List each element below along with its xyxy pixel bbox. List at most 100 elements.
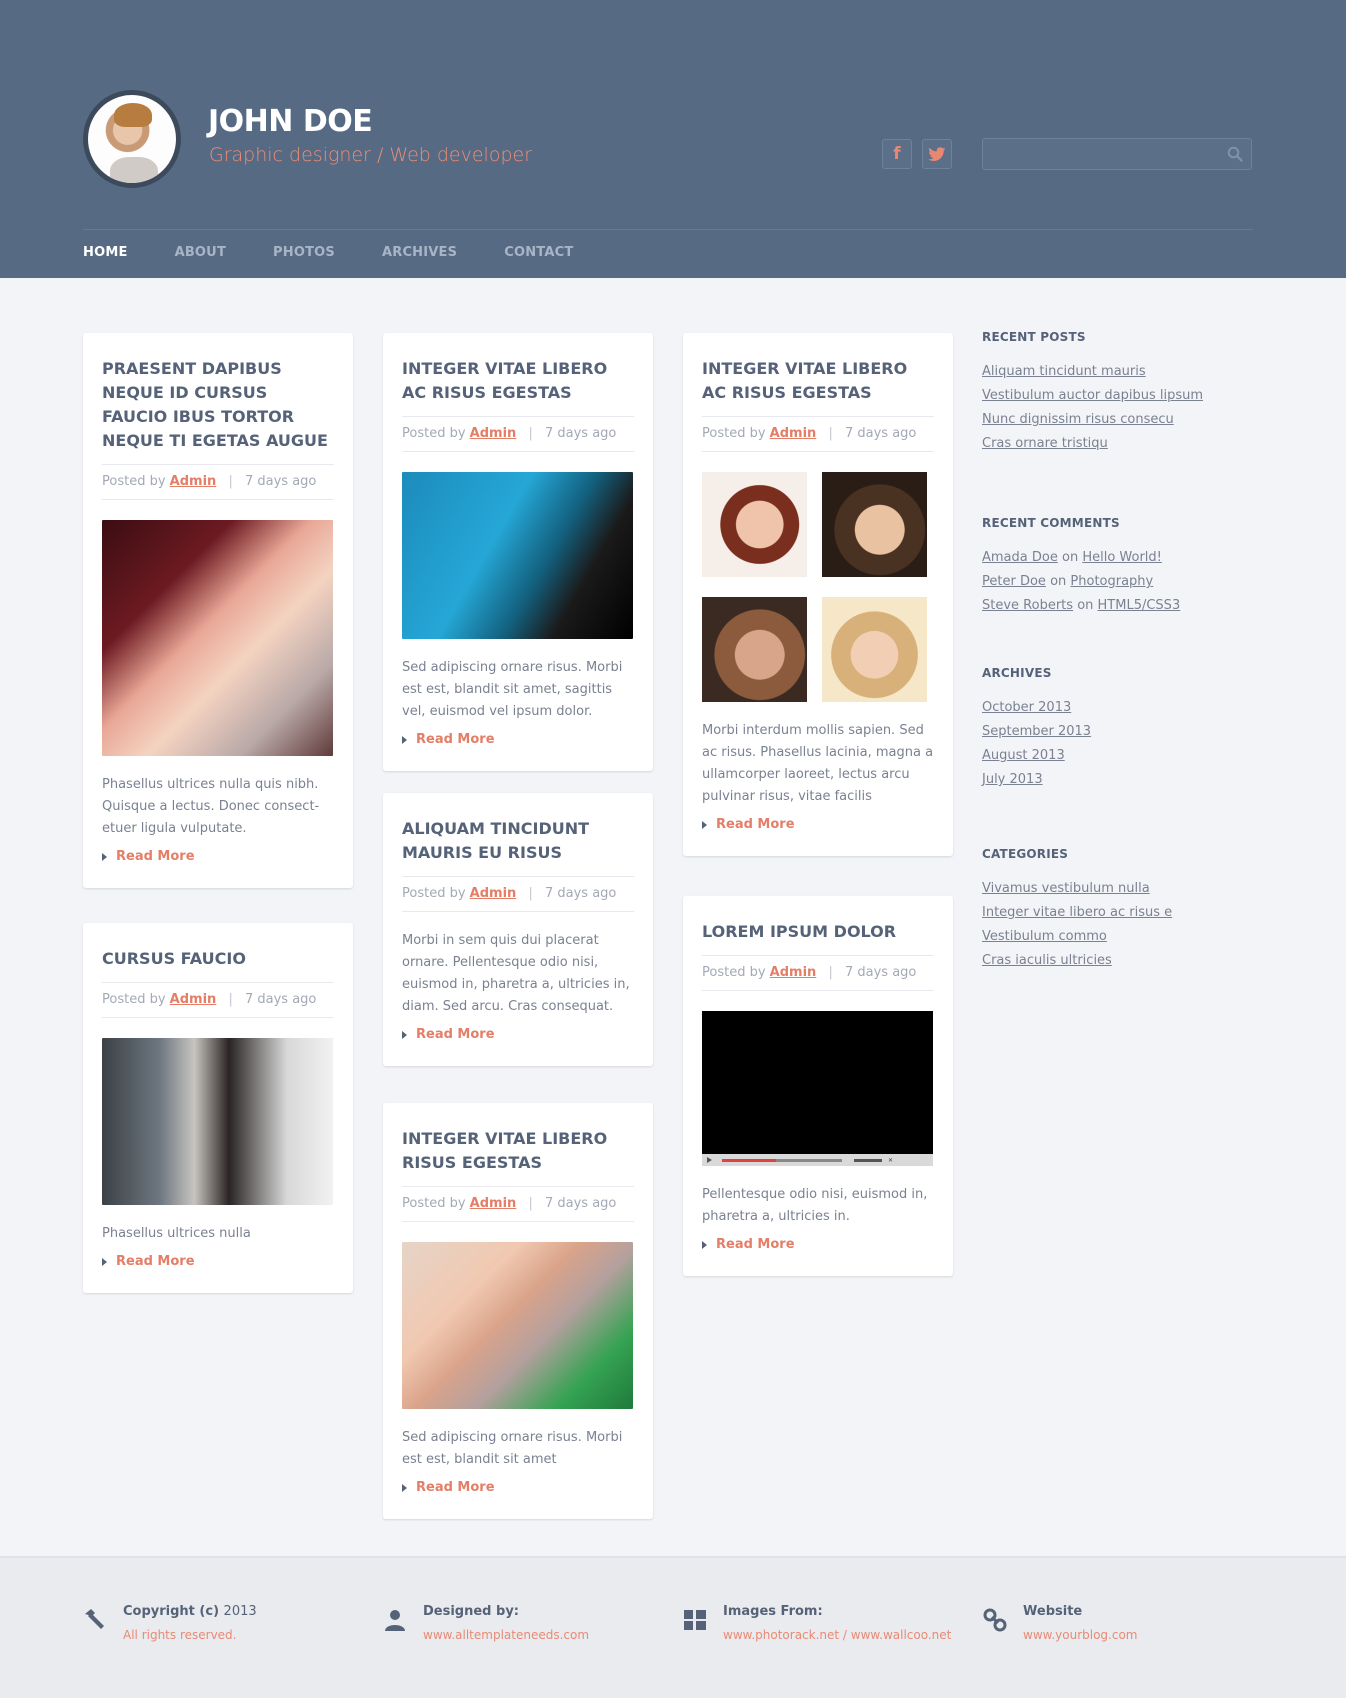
category-link[interactable]: Cras iaculis ultricies [982, 953, 1112, 968]
post-card: LOREM IPSUM DOLOR Posted by Admin | 7 da… [683, 896, 953, 1276]
list-item: Vestibulum auctor dapibus lipsum [982, 384, 1252, 408]
read-more-label: Read More [116, 849, 195, 864]
read-more-link[interactable]: Read More [102, 849, 195, 864]
post-date: 7 days ago [244, 992, 317, 1007]
archive-link[interactable]: August 2013 [982, 748, 1065, 763]
nav-archives[interactable]: ARCHIVES [382, 245, 457, 260]
avatar [83, 90, 181, 188]
comment-user-link[interactable]: Amada Doe [982, 550, 1058, 565]
post-title[interactable]: PRAESENT DAPIBUS NEQUE ID CURSUS FAUCIO … [102, 333, 334, 465]
meta-separator: | [528, 886, 533, 901]
footer-link[interactable]: www.yourblog.com [1023, 1628, 1138, 1642]
fullscreen-icon[interactable]: ✕ [888, 1157, 893, 1164]
author-link[interactable]: Admin [170, 992, 217, 1007]
comment-post-link[interactable]: Hello World! [1082, 550, 1162, 565]
post-meta: Posted by Admin | 7 days ago [702, 417, 934, 452]
comment-post-link[interactable]: Photography [1070, 574, 1153, 589]
meta-separator: | [528, 426, 533, 441]
recent-post-link[interactable]: Cras ornare tristiqu [982, 436, 1108, 451]
triangle-right-icon [102, 1257, 107, 1266]
nav-about[interactable]: ABOUT [175, 245, 226, 260]
volume-slider[interactable] [854, 1158, 882, 1162]
triangle-right-icon [402, 1030, 407, 1039]
post-image[interactable] [402, 1242, 633, 1409]
comment-post-link[interactable]: HTML5/CSS3 [1098, 598, 1181, 613]
author-link[interactable]: Admin [770, 426, 817, 441]
comment-user-link[interactable]: Peter Doe [982, 574, 1046, 589]
list-item: October 2013 [982, 696, 1252, 720]
post-title[interactable]: INTEGER VITAE LIBERO AC RISUS EGESTAS [402, 333, 634, 417]
post-title[interactable]: INTEGER VITAE LIBERO RISUS EGESTAS [402, 1103, 634, 1187]
footer-title: Copyright (c) 2013 [123, 1604, 257, 1619]
archive-link[interactable]: October 2013 [982, 700, 1071, 715]
video-controls: ✕ [702, 1154, 933, 1166]
sidebar-archives: ARCHIVES October 2013 September 2013 Aug… [982, 666, 1252, 792]
post-meta: Posted by Admin | 7 days ago [402, 417, 634, 452]
twitter-button[interactable] [922, 139, 952, 169]
footer-title: Website [1023, 1604, 1083, 1619]
post-image[interactable] [402, 472, 633, 639]
post-excerpt: Sed adipiscing ornare risus. Morbi est e… [402, 660, 623, 719]
read-more-link[interactable]: Read More [402, 732, 495, 747]
post-excerpt: Sed adipiscing ornare risus. Morbi est e… [402, 1430, 623, 1467]
author-link[interactable]: Admin [470, 1196, 517, 1211]
post-image[interactable] [102, 1038, 333, 1205]
posted-by-label: Posted by [102, 474, 166, 489]
gallery-photo[interactable] [822, 472, 927, 577]
list-item: Cras iaculis ultricies [982, 949, 1252, 973]
photo-gallery [702, 472, 934, 702]
triangle-right-icon [402, 1483, 407, 1492]
meta-separator: | [828, 426, 833, 441]
grid-icon [684, 1610, 706, 1630]
read-more-link[interactable]: Read More [702, 817, 795, 832]
author-link[interactable]: Admin [470, 426, 517, 441]
post-card: PRAESENT DAPIBUS NEQUE ID CURSUS FAUCIO … [83, 333, 353, 888]
site-name[interactable]: JOHN DOE [208, 104, 373, 139]
play-icon[interactable] [707, 1157, 712, 1163]
nav-contact[interactable]: CONTACT [504, 245, 573, 260]
recent-post-link[interactable]: Aliquam tincidunt mauris [982, 364, 1146, 379]
nav-photos[interactable]: PHOTOS [273, 245, 335, 260]
gallery-photo[interactable] [702, 597, 807, 702]
list-item: Steve Roberts on HTML5/CSS3 [982, 594, 1252, 618]
gallery-photo[interactable] [822, 597, 927, 702]
post-title[interactable]: LOREM IPSUM DOLOR [702, 896, 934, 956]
search-icon[interactable] [1227, 146, 1243, 162]
gallery-photo[interactable] [702, 472, 807, 577]
facebook-button[interactable]: f [882, 139, 912, 169]
read-more-link[interactable]: Read More [402, 1480, 495, 1495]
category-link[interactable]: Vivamus vestibulum nulla [982, 881, 1150, 896]
recent-posts-list: Aliquam tincidunt mauris Vestibulum auct… [982, 360, 1252, 456]
read-more-link[interactable]: Read More [102, 1254, 195, 1269]
post-date: 7 days ago [844, 965, 917, 980]
read-more-label: Read More [416, 1480, 495, 1495]
recent-post-link[interactable]: Nunc dignissim risus consecu [982, 412, 1174, 427]
author-link[interactable]: Admin [470, 886, 517, 901]
post-title[interactable]: CURSUS FAUCIO [102, 923, 334, 983]
post-title[interactable]: INTEGER VITAE LIBERO AC RISUS EGESTAS [702, 333, 934, 417]
read-more-link[interactable]: Read More [402, 1027, 495, 1042]
read-more-label: Read More [716, 1237, 795, 1252]
archive-link[interactable]: July 2013 [982, 772, 1043, 787]
post-image[interactable] [102, 520, 333, 756]
archive-link[interactable]: September 2013 [982, 724, 1091, 739]
list-item: August 2013 [982, 744, 1252, 768]
site-header: JOHN DOE Graphic designer / Web develope… [0, 0, 1346, 278]
author-link[interactable]: Admin [770, 965, 817, 980]
category-link[interactable]: Integer vitae libero ac risus e [982, 905, 1172, 920]
footer-link[interactable]: www.photorack.net / www.wallcoo.net [723, 1628, 951, 1642]
recent-post-link[interactable]: Vestibulum auctor dapibus lipsum [982, 388, 1203, 403]
read-more-link[interactable]: Read More [702, 1237, 795, 1252]
video-seek-bar[interactable] [722, 1158, 842, 1162]
post-title[interactable]: ALIQUAM TINCIDUNT MAURIS EU RISUS [402, 793, 634, 877]
author-link[interactable]: Admin [170, 474, 217, 489]
footer-link[interactable]: www.alltemplateneeds.com [423, 1628, 589, 1642]
search-input[interactable] [983, 139, 1213, 169]
nav-home[interactable]: HOME [83, 245, 128, 260]
category-link[interactable]: Vestibulum commo [982, 929, 1107, 944]
read-more-label: Read More [716, 817, 795, 832]
video-progress [722, 1158, 776, 1162]
video-player[interactable]: ✕ [702, 1011, 933, 1166]
list-item: September 2013 [982, 720, 1252, 744]
comment-user-link[interactable]: Steve Roberts [982, 598, 1073, 613]
